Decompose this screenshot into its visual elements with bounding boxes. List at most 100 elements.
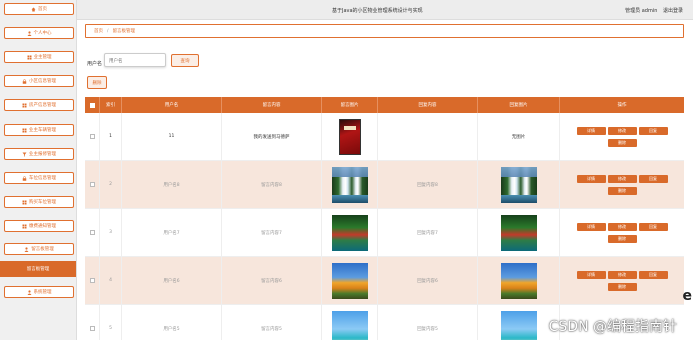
- user-label: 管理员 admin: [625, 8, 658, 14]
- content-cell: 留言内容7: [222, 209, 322, 256]
- column-header: 操作: [617, 103, 627, 108]
- image-cell: [322, 257, 378, 304]
- column-header[interactable]: 索引: [100, 97, 122, 113]
- table-row: 4 用户名6 留言内容6 回复内容6 详情 修改 回复 删除: [85, 257, 684, 305]
- reply-image: [500, 214, 537, 251]
- sidebar-item-label: 首页: [38, 7, 47, 12]
- reply-button[interactable]: 回复: [638, 222, 668, 231]
- reply-cell: [378, 113, 478, 160]
- reply-cell: 回复内容7: [378, 209, 478, 256]
- detail-button[interactable]: 详情: [576, 174, 606, 183]
- sidebar-item-message-board[interactable]: 留言板管理: [0, 261, 76, 277]
- reply-image-cell: [478, 161, 560, 208]
- reply-image-cell: [478, 257, 560, 304]
- username-search-input[interactable]: [104, 53, 166, 67]
- sidebar-item-label: 业主管理: [33, 55, 52, 60]
- row-checkbox[interactable]: [89, 182, 95, 187]
- select-all-checkbox[interactable]: [89, 102, 95, 108]
- search-label: 用户名: [87, 61, 103, 67]
- message-image: [331, 166, 368, 203]
- reply-button[interactable]: 回复: [638, 174, 668, 183]
- sidebar-item-parking[interactable]: 车位信息管理: [4, 172, 74, 184]
- content-cell: 留言内容8: [222, 161, 322, 208]
- sidebar-item-payment-notice[interactable]: 缴费通知管理: [4, 220, 74, 232]
- lock-icon: [22, 78, 27, 84]
- table-row: 2 用户名8 留言内容8 回复内容8 详情 修改 回复 删除: [85, 161, 684, 209]
- index-cell: 1: [100, 113, 122, 160]
- detail-button[interactable]: 详情: [576, 222, 606, 231]
- person-icon: [27, 289, 32, 295]
- breadcrumb-current: 留言板管理: [112, 29, 136, 34]
- flag-icon: [22, 152, 27, 157]
- index-cell: 5: [100, 305, 122, 340]
- sidebar-item-system[interactable]: 系统管理: [4, 286, 74, 298]
- sidebar-item-label: 系统管理: [33, 290, 52, 295]
- operations-cell: 详情 修改 回复 删除: [560, 113, 684, 160]
- batch-delete-button[interactable]: 删除: [87, 76, 107, 89]
- delete-button[interactable]: 删除: [607, 138, 637, 147]
- sidebar-item-label: 留言板管理: [26, 267, 50, 272]
- detail-button[interactable]: 详情: [576, 126, 606, 135]
- reply-button[interactable]: 回复: [638, 270, 668, 279]
- image-cell: [322, 305, 378, 340]
- sidebar-item-label: 个人中心: [33, 31, 52, 36]
- row-checkbox[interactable]: [89, 278, 95, 283]
- column-header: 留言图片: [322, 97, 378, 113]
- operations-cell: 详情 修改 回复 删除: [560, 209, 684, 256]
- edit-button[interactable]: 修改: [607, 270, 637, 279]
- sidebar-item-home[interactable]: 首页: [4, 3, 74, 15]
- edit-button[interactable]: 修改: [607, 222, 637, 231]
- breadcrumb-home[interactable]: 首页: [94, 28, 103, 34]
- column-header: 回复内容: [378, 97, 478, 113]
- row-checkbox[interactable]: [89, 230, 95, 235]
- detail-button[interactable]: 详情: [576, 270, 606, 279]
- delete-button[interactable]: 删除: [607, 282, 637, 291]
- row-checkbox[interactable]: [89, 326, 95, 331]
- edit-button[interactable]: 修改: [607, 174, 637, 183]
- username-cell: 11: [122, 113, 222, 160]
- column-header: 留言内容: [222, 97, 322, 113]
- sidebar-item-label: 缴费通知管理: [29, 224, 56, 229]
- sidebar-item-community[interactable]: 小区信息管理: [4, 75, 74, 87]
- edit-button[interactable]: 修改: [607, 126, 637, 135]
- query-button[interactable]: 查询: [171, 54, 199, 67]
- lock-icon: [22, 175, 27, 181]
- row-select-cell: [85, 305, 100, 340]
- reply-image: [500, 166, 537, 203]
- reply-image: [500, 310, 537, 340]
- table-header: 索引 用户名 留言内容 留言图片 回复内容 回复图片 操作: [85, 97, 684, 113]
- reply-cell: 回复内容5: [378, 305, 478, 340]
- username-cell: 用户名7: [122, 209, 222, 256]
- column-header: 回复图片: [478, 97, 560, 113]
- sidebar-item-label: 房产信息管理: [29, 103, 56, 108]
- breadcrumb: 首页 / 留言板管理: [85, 24, 684, 38]
- delete-button[interactable]: 删除: [607, 234, 637, 243]
- sidebar-item-message-board-group[interactable]: 留言板管理: [4, 243, 74, 255]
- index-cell: 4: [100, 257, 122, 304]
- image-cell: [322, 209, 378, 256]
- logout-link[interactable]: 退出登录: [663, 8, 683, 14]
- sidebar-item-vehicles[interactable]: 业主车辆管理: [4, 124, 74, 136]
- row-select-cell: [85, 209, 100, 256]
- reply-image: [500, 262, 537, 299]
- sidebar: 首页 个人中心 业主管理 小区信息管理 房产信息管理 业主车辆管理 业主报修管理…: [0, 0, 77, 340]
- sidebar-item-owners[interactable]: 业主管理: [4, 51, 74, 63]
- breadcrumb-separator: /: [107, 28, 109, 34]
- sidebar-item-property[interactable]: 房产信息管理: [4, 99, 74, 111]
- sidebar-item-label: 业主车辆管理: [29, 128, 56, 133]
- reply-cell: 回复内容6: [378, 257, 478, 304]
- edge-fragment: e: [682, 288, 693, 304]
- delete-button[interactable]: 删除: [607, 186, 637, 195]
- sidebar-item-label: 留言板管理: [31, 247, 54, 252]
- image-cell: [322, 113, 378, 160]
- reply-button[interactable]: 回复: [638, 126, 668, 135]
- system-title: 基于Java的小区物业管理系统设计与实现: [332, 8, 423, 14]
- username-cell: 用户名6: [122, 257, 222, 304]
- row-checkbox[interactable]: [89, 134, 95, 139]
- table-row: 3 用户名7 留言内容7 回复内容7 详情 修改 回复 删除: [85, 209, 684, 257]
- sidebar-item-repairs[interactable]: 业主报修管理: [4, 148, 74, 160]
- image-cell: [322, 161, 378, 208]
- username-cell: 用户名5: [122, 305, 222, 340]
- sidebar-item-profile[interactable]: 个人中心: [4, 27, 74, 39]
- sidebar-item-buy-parking[interactable]: 购买车位管理: [4, 196, 74, 208]
